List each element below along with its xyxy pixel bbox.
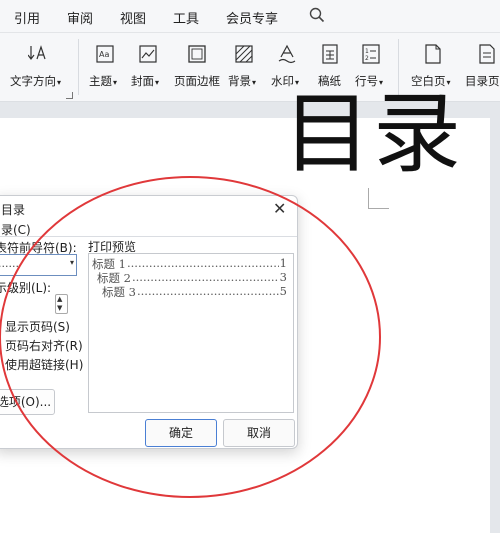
text-direction-label: 文字方向 xyxy=(10,74,56,88)
text-direction-icon xyxy=(28,45,46,60)
menu-view[interactable]: 视图 xyxy=(120,8,146,27)
background-icon xyxy=(235,45,253,63)
theme-label: 主题 xyxy=(89,74,112,88)
cover-label: 封面 xyxy=(131,74,154,88)
chevron-down-icon: ▾ xyxy=(57,78,62,87)
menu-member[interactable]: 会员专享 xyxy=(226,8,278,27)
chevron-down-icon: ▾ xyxy=(252,78,257,87)
chevron-down-icon: ▾ xyxy=(155,78,160,87)
svg-text:1: 1 xyxy=(365,48,369,55)
menu-references[interactable]: 引用 xyxy=(14,8,40,27)
cover-icon xyxy=(139,45,157,63)
svg-text:2: 2 xyxy=(365,55,369,62)
annotation-circle xyxy=(0,176,381,498)
toc-page-label: 目录页 xyxy=(465,74,500,88)
background-label: 背景 xyxy=(228,74,251,88)
chevron-down-icon: ▾ xyxy=(113,78,118,87)
search-icon[interactable] xyxy=(309,7,325,23)
svg-text:Aa: Aa xyxy=(99,50,109,59)
line-number-icon: 1 2 xyxy=(362,44,380,64)
document-heading: 目录 xyxy=(283,82,464,185)
toc-page-button[interactable]: 目录页 xyxy=(465,33,500,101)
page-border-button[interactable]: 页面边框 xyxy=(174,33,220,101)
toc-page-icon xyxy=(479,44,495,64)
ribbon-divider xyxy=(78,39,79,95)
menu-bar: 引用 审阅 视图 工具 会员专享 xyxy=(0,0,500,33)
cover-button[interactable]: 封面▾ xyxy=(131,33,165,101)
group-launcher-icon[interactable] xyxy=(66,92,73,99)
menu-review[interactable]: 审阅 xyxy=(67,8,93,27)
theme-icon: Aa xyxy=(96,45,114,63)
background-button[interactable]: 背景▾ xyxy=(228,33,262,101)
watermark-icon xyxy=(278,44,296,64)
manuscript-icon xyxy=(322,44,338,64)
blank-page-icon xyxy=(425,44,441,64)
menu-tools[interactable]: 工具 xyxy=(173,8,199,27)
page-border-icon xyxy=(188,45,206,63)
theme-button[interactable]: Aa 主题▾ xyxy=(89,33,123,101)
text-direction-button[interactable]: 文字方向▾ xyxy=(10,33,68,101)
page-border-label: 页面边框 xyxy=(174,74,220,88)
